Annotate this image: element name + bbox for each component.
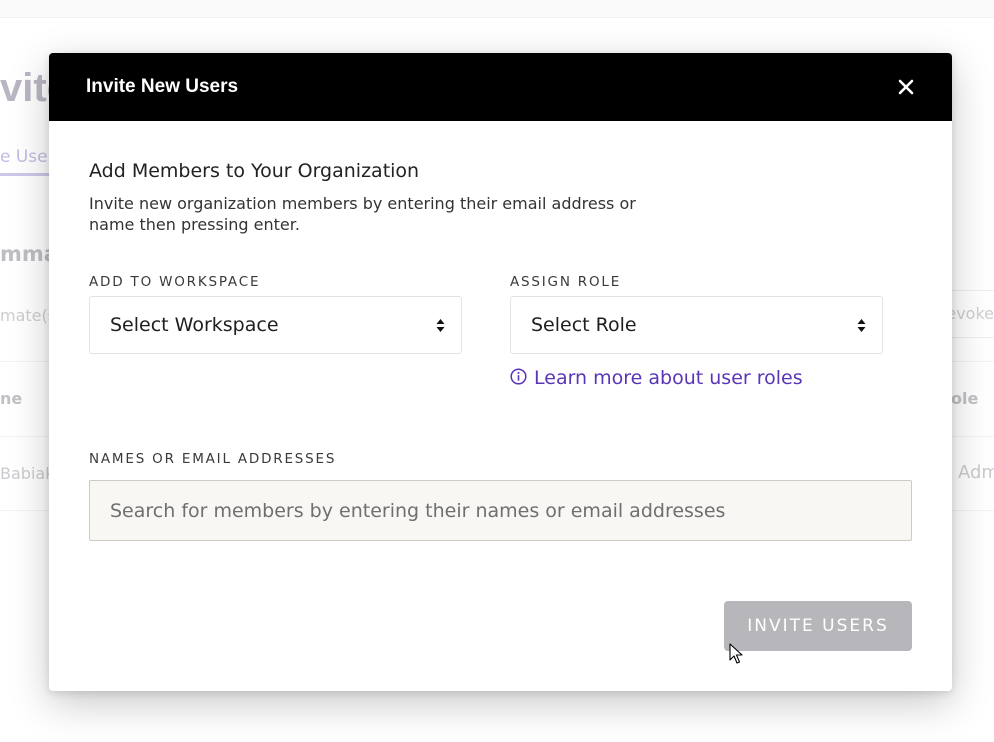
invite-users-modal: Invite New Users Add Members to Your Org… [49, 53, 952, 691]
workspace-select-value: Select Workspace [110, 314, 279, 336]
info-icon [510, 368, 527, 385]
learn-more-roles-link[interactable]: Learn more about user roles [510, 367, 803, 389]
page: vite e User mmat mate(s evoke ne ole Bab… [0, 0, 994, 742]
modal-header: Invite New Users [49, 53, 952, 121]
section-description: Invite new organization members by enter… [89, 194, 636, 234]
select-arrows-icon [436, 319, 445, 332]
names-label: NAMES OR EMAIL ADDRESSES [89, 451, 337, 467]
role-select-value: Select Role [531, 314, 637, 336]
workspace-label: ADD TO WORKSPACE [89, 274, 261, 290]
section-heading: Add Members to Your Organization [89, 160, 420, 182]
role-select[interactable]: Select Role [510, 296, 883, 354]
role-label: ASSIGN ROLE [510, 274, 622, 290]
select-arrows-icon [857, 319, 866, 332]
close-icon[interactable] [892, 73, 920, 101]
workspace-select[interactable]: Select Workspace [89, 296, 462, 354]
learn-more-roles-label: Learn more about user roles [534, 367, 803, 389]
member-search-input[interactable] [89, 480, 912, 541]
modal-title: Invite New Users [86, 76, 239, 97]
invite-users-button[interactable]: INVITE USERS [724, 601, 912, 651]
